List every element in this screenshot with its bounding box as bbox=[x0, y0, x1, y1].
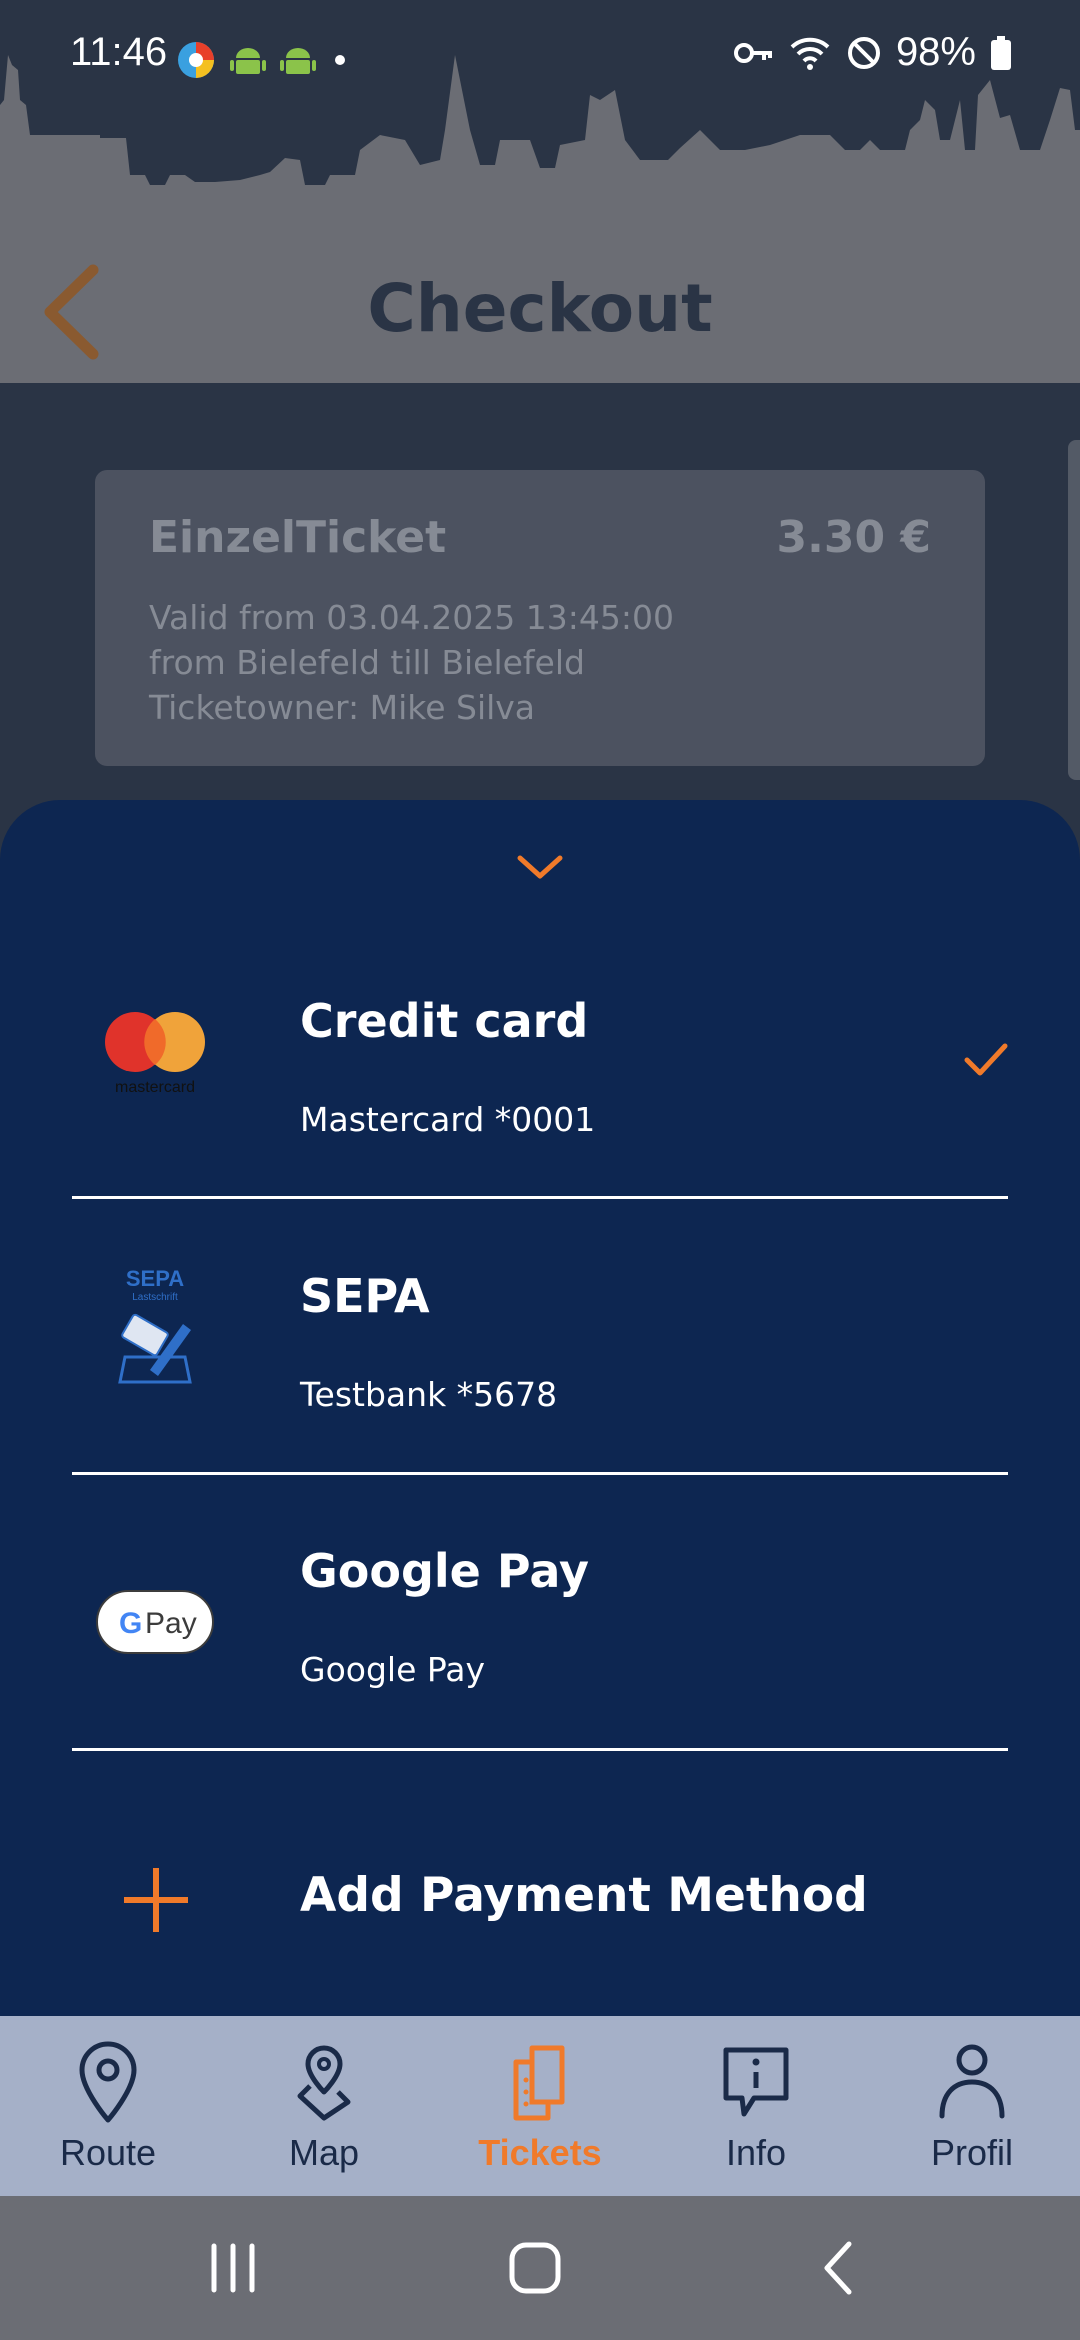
nav-label: Map bbox=[288, 2132, 360, 2173]
google-pay-logo-icon: G Pay bbox=[95, 1562, 215, 1682]
chevron-down-icon[interactable] bbox=[510, 846, 570, 886]
scrollbar[interactable] bbox=[1068, 440, 1080, 780]
dot-icon bbox=[335, 55, 345, 65]
ticket-name: EinzelTicket bbox=[149, 512, 447, 563]
user-icon bbox=[939, 2044, 1005, 2119]
sepa-logo-icon: SEPA Lastschrift bbox=[95, 1266, 215, 1387]
divider bbox=[72, 1196, 1008, 1199]
ticket-price: 3.30 € bbox=[776, 512, 932, 563]
nav-label: Route bbox=[59, 2132, 157, 2173]
ticket-route: from Bielefeld till Bielefeld bbox=[149, 643, 585, 682]
svg-text:mastercard: mastercard bbox=[115, 1079, 195, 1096]
app-notification-icon bbox=[178, 42, 214, 78]
mastercard-logo-icon: mastercard bbox=[95, 990, 215, 1110]
ticket-valid-from: Valid from 03.04.2025 13:45:00 bbox=[149, 598, 674, 637]
selected-check-icon bbox=[964, 1043, 1008, 1076]
status-indicators: 98% bbox=[733, 30, 1012, 75]
payment-method-google-pay[interactable]: G Pay Google Pay Google Pay bbox=[0, 1480, 1080, 1756]
home-icon[interactable] bbox=[500, 2238, 570, 2298]
nav-item-map[interactable]: Map bbox=[216, 2016, 432, 2196]
payment-method-title: Credit card bbox=[300, 994, 589, 1048]
add-payment-method-button[interactable]: Add Payment Method bbox=[0, 1830, 1080, 1970]
wifi-icon bbox=[790, 37, 830, 70]
ticket-summary-card: EinzelTicket 3.30 € Valid from 03.04.202… bbox=[95, 470, 985, 766]
payment-method-subtitle: Google Pay bbox=[300, 1650, 486, 1689]
payment-method-title: SEPA bbox=[300, 1269, 430, 1323]
status-time: 11:46 bbox=[70, 30, 168, 74]
plus-icon bbox=[124, 1868, 188, 1932]
nav-item-route[interactable]: Route bbox=[0, 2016, 216, 2196]
payment-method-subtitle: Mastercard *0001 bbox=[300, 1100, 596, 1139]
svg-text:G: G bbox=[119, 1607, 142, 1640]
system-navigation-bar bbox=[0, 2196, 1080, 2340]
add-payment-method-label: Add Payment Method bbox=[300, 1868, 868, 1923]
payment-method-subtitle: Testbank *5678 bbox=[300, 1375, 558, 1414]
svg-text:SEPA: SEPA bbox=[126, 1266, 184, 1291]
payment-method-title: Google Pay bbox=[300, 1544, 589, 1598]
location-pin-icon bbox=[79, 2041, 137, 2123]
status-bar: 11:46 98% bbox=[0, 0, 1080, 115]
payment-method-sepa[interactable]: SEPA Lastschrift SEPA Testbank *5678 bbox=[0, 1205, 1080, 1481]
divider bbox=[72, 1472, 1008, 1475]
divider bbox=[72, 1748, 1008, 1751]
system-back-icon[interactable] bbox=[805, 2238, 875, 2298]
ticket-owner: Ticketowner: Mike Silva bbox=[149, 688, 536, 727]
page-title: Checkout bbox=[367, 270, 713, 347]
android-icon bbox=[280, 48, 316, 74]
info-bubble-icon bbox=[723, 2047, 789, 2117]
nav-item-tickets[interactable]: Tickets bbox=[432, 2016, 648, 2196]
nav-label: Info bbox=[725, 2132, 787, 2173]
android-icon bbox=[230, 48, 266, 74]
battery-percent: 98% bbox=[895, 30, 976, 74]
notification-icons bbox=[176, 40, 350, 80]
do-not-disturb-icon bbox=[847, 36, 880, 69]
payment-method-credit-card[interactable]: mastercard Credit card Mastercard *0001 bbox=[0, 930, 1080, 1206]
nav-label: Tickets bbox=[478, 2132, 602, 2173]
battery-icon bbox=[991, 35, 1011, 70]
bottom-navigation: Route Map Tickets Info Profil bbox=[0, 2016, 1080, 2196]
ticket-icon bbox=[513, 2045, 565, 2121]
nav-item-profil[interactable]: Profil bbox=[864, 2016, 1080, 2196]
svg-text:Lastschrift: Lastschrift bbox=[132, 1292, 178, 1303]
nav-item-info[interactable]: Info bbox=[648, 2016, 864, 2196]
app-header: 11:46 98% Checkout bbox=[0, 0, 1080, 383]
map-pin-icon bbox=[297, 2045, 351, 2121]
vpn-key-icon bbox=[733, 42, 772, 63]
payment-method-sheet: mastercard Credit card Mastercard *0001 … bbox=[0, 800, 1080, 2022]
recent-apps-icon[interactable] bbox=[198, 2238, 268, 2298]
nav-label: Profil bbox=[930, 2132, 1014, 2173]
svg-text:Pay: Pay bbox=[145, 1607, 197, 1640]
